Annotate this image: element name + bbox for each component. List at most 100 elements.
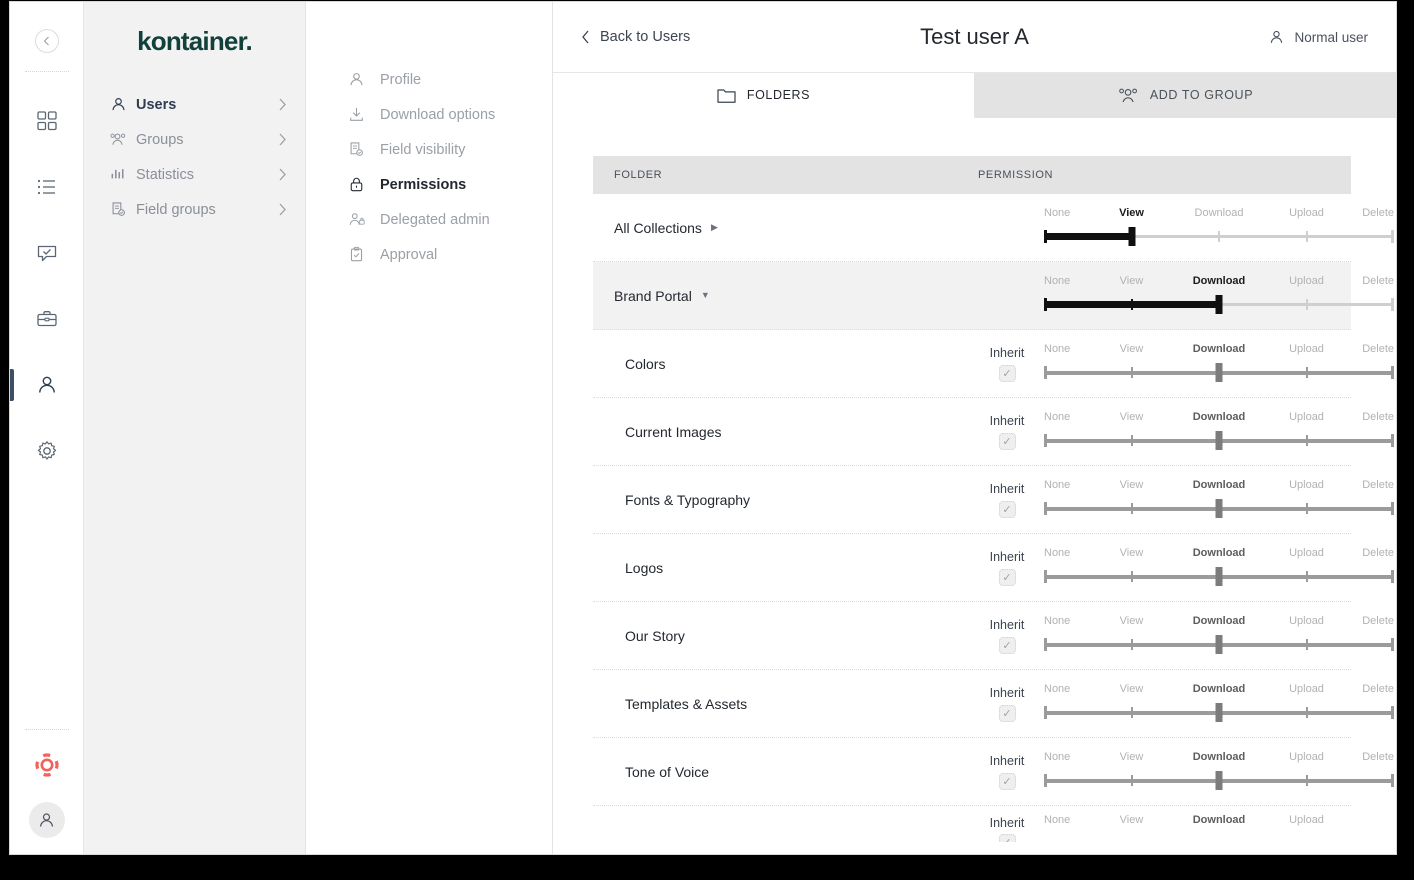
slider-thumb[interactable]	[1216, 635, 1223, 654]
subnav-item-field-visibility[interactable]: Field visibility	[306, 132, 552, 167]
inherit-checkbox[interactable]: ✓	[999, 501, 1016, 518]
slider-thumb[interactable]	[1216, 567, 1223, 586]
permission-level-label[interactable]: Delete	[1362, 683, 1394, 695]
permission-level-label[interactable]: Upload	[1289, 814, 1324, 826]
permission-level-label[interactable]: None	[1044, 343, 1070, 355]
permission-level-label[interactable]: Upload	[1289, 683, 1324, 695]
inherit-checkbox[interactable]: ✓	[999, 705, 1016, 722]
slider-thumb[interactable]	[1216, 499, 1223, 518]
slider-track-area[interactable]	[1044, 229, 1394, 245]
permission-level-label[interactable]: Delete	[1362, 275, 1394, 287]
subnav-item-approval[interactable]: Approval	[306, 237, 552, 272]
inherit-checkbox[interactable]: ✓	[999, 569, 1016, 586]
permission-level-label[interactable]: None	[1044, 751, 1070, 763]
slider-thumb[interactable]	[1216, 703, 1223, 722]
back-to-users-link[interactable]: Back to Users	[581, 29, 690, 45]
slider-thumb[interactable]	[1128, 227, 1135, 246]
expand-triangle-icon[interactable]: ▶	[711, 223, 718, 232]
tab-folders[interactable]: FOLDERS	[553, 73, 975, 118]
subnav-item-delegated-admin[interactable]: Delegated admin	[306, 202, 552, 237]
permission-level-label[interactable]: View	[1120, 615, 1144, 627]
slider-track-area[interactable]	[1044, 569, 1394, 585]
subnav-item-permissions[interactable]: Permissions	[306, 167, 552, 202]
slider-thumb[interactable]	[1216, 771, 1223, 790]
support-button[interactable]	[34, 752, 60, 778]
permission-level-label[interactable]: Upload	[1289, 479, 1324, 491]
permission-level-label[interactable]: View	[1120, 751, 1144, 763]
permission-level-label[interactable]: None	[1044, 615, 1070, 627]
permission-level-label[interactable]: View	[1120, 275, 1144, 287]
permission-level-label[interactable]: None	[1044, 411, 1070, 423]
permission-level-label[interactable]: Delete	[1362, 343, 1394, 355]
slider-track-area[interactable]	[1044, 637, 1394, 653]
rail-item-list[interactable]	[10, 154, 83, 220]
permission-level-label[interactable]: None	[1044, 275, 1070, 287]
collapse-triangle-icon[interactable]: ▼	[701, 291, 710, 300]
slider-thumb[interactable]	[1216, 431, 1223, 450]
permission-level-label[interactable]: Download	[1193, 547, 1246, 559]
subnav-item-profile[interactable]: Profile	[306, 62, 552, 97]
permission-level-label[interactable]: Delete	[1362, 615, 1394, 627]
permission-level-label[interactable]: Download	[1193, 275, 1246, 287]
permission-level-label[interactable]: Download	[1195, 207, 1244, 219]
permission-level-label[interactable]: Upload	[1289, 207, 1324, 219]
user-role-chip[interactable]: Normal user	[1268, 29, 1368, 46]
permission-level-label[interactable]: Delete	[1362, 751, 1394, 763]
permission-level-label[interactable]: None	[1044, 207, 1070, 219]
permission-slider[interactable]: NoneViewDownloadUploadDelete	[1044, 547, 1394, 589]
permission-level-label[interactable]: None	[1044, 814, 1070, 826]
slider-track-area[interactable]	[1044, 433, 1394, 449]
permission-level-label[interactable]: Delete	[1362, 547, 1394, 559]
inherit-checkbox[interactable]: ✓	[999, 637, 1016, 654]
sidebar-item-groups[interactable]: Groups	[84, 122, 305, 157]
permission-level-label[interactable]: View	[1120, 479, 1144, 491]
avatar[interactable]	[29, 802, 65, 838]
inherit-checkbox[interactable]: ✓	[999, 834, 1016, 842]
permission-level-label[interactable]: View	[1120, 814, 1144, 826]
inherit-checkbox[interactable]: ✓	[999, 433, 1016, 450]
permission-slider[interactable]: None View Download Upload Delete	[1044, 207, 1394, 249]
permission-level-label[interactable]: Upload	[1289, 411, 1324, 423]
permission-level-label[interactable]: Upload	[1289, 751, 1324, 763]
slider-thumb[interactable]	[1216, 363, 1223, 382]
permission-level-label[interactable]: Download	[1193, 814, 1246, 826]
permission-level-label[interactable]: Delete	[1362, 207, 1394, 219]
subnav-item-download-options[interactable]: Download options	[306, 97, 552, 132]
slider-track-area[interactable]	[1044, 501, 1394, 517]
inherit-checkbox[interactable]: ✓	[999, 773, 1016, 790]
inherit-checkbox[interactable]: ✓	[999, 365, 1016, 382]
rail-item-dashboard[interactable]	[10, 88, 83, 154]
permission-level-label[interactable]: Download	[1193, 751, 1246, 763]
rail-item-comments[interactable]	[10, 220, 83, 286]
rail-item-settings[interactable]	[10, 418, 83, 484]
permission-level-label[interactable]: None	[1044, 479, 1070, 491]
slider-track-area[interactable]	[1044, 365, 1394, 381]
rail-item-users[interactable]	[10, 352, 83, 418]
slider-thumb[interactable]	[1216, 295, 1223, 314]
permission-level-label[interactable]: View	[1119, 207, 1144, 219]
permission-level-label[interactable]: View	[1120, 343, 1144, 355]
permission-slider[interactable]: NoneViewDownloadUploadDelete	[1044, 343, 1394, 385]
permission-level-label[interactable]: Download	[1193, 411, 1246, 423]
permission-level-label[interactable]: Upload	[1289, 275, 1324, 287]
permission-level-label[interactable]: View	[1120, 411, 1144, 423]
permission-slider[interactable]: NoneViewDownloadUploadDelete	[1044, 814, 1351, 834]
permission-slider[interactable]: NoneViewDownloadUploadDelete	[1044, 479, 1394, 521]
permission-level-label[interactable]: Delete	[1362, 479, 1394, 491]
sidebar-item-field-groups[interactable]: Field groups	[84, 192, 305, 227]
permission-level-label[interactable]: View	[1120, 547, 1144, 559]
permission-level-label[interactable]: Delete	[1362, 411, 1394, 423]
sidebar-item-users[interactable]: Users	[84, 87, 305, 122]
permission-slider[interactable]: None View Download Upload Delete	[1044, 411, 1394, 453]
permission-level-label[interactable]: Download	[1193, 683, 1246, 695]
slider-track-area[interactable]	[1044, 773, 1394, 789]
sidebar-item-statistics[interactable]: Statistics	[84, 157, 305, 192]
slider-track-area[interactable]	[1044, 705, 1394, 721]
permission-slider[interactable]: None View Download Upload Delete	[1044, 275, 1394, 317]
permission-level-label[interactable]: None	[1044, 683, 1070, 695]
permission-level-label[interactable]: Download	[1193, 343, 1246, 355]
permission-slider[interactable]: None View Download Upload Delete	[1044, 751, 1394, 793]
permission-level-label[interactable]: Upload	[1289, 547, 1324, 559]
permission-level-label[interactable]: View	[1120, 683, 1144, 695]
permission-slider[interactable]: NoneViewDownloadUploadDelete	[1044, 615, 1394, 657]
